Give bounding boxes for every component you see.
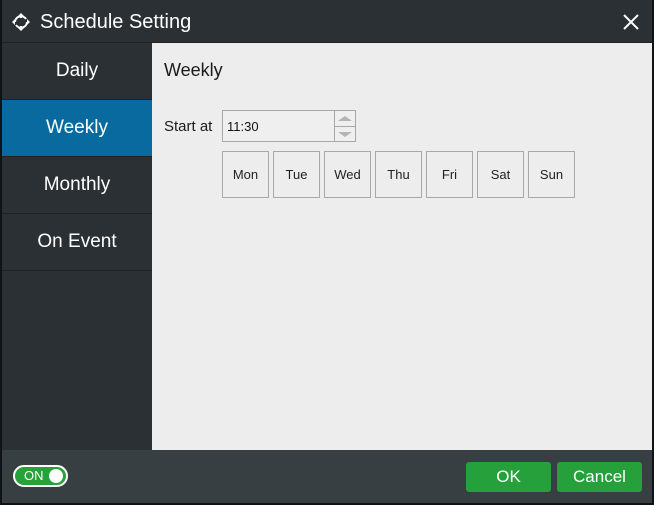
start-time-input[interactable] [223, 111, 334, 141]
schedule-type-sidebar: Daily Weekly Monthly On Event [2, 43, 152, 450]
start-time-spinbox [222, 110, 356, 142]
day-button-fri[interactable]: Fri [426, 151, 473, 198]
arrow-up-icon [338, 116, 352, 121]
toggle-knob [49, 469, 63, 483]
sidebar-item-daily[interactable]: Daily [2, 43, 152, 100]
day-button-sat[interactable]: Sat [477, 151, 524, 198]
title-bar: Schedule Setting [2, 0, 652, 43]
day-button-mon[interactable]: Mon [222, 151, 269, 198]
sidebar-item-label: Daily [55, 60, 99, 81]
sidebar-item-monthly[interactable]: Monthly [2, 157, 152, 214]
sidebar-item-label: Monthly [43, 174, 111, 195]
day-button-tue[interactable]: Tue [273, 151, 320, 198]
schedule-setting-dialog: Schedule Setting Daily Weekly Monthly On… [2, 0, 652, 503]
arrow-down-icon [338, 131, 352, 137]
sidebar-item-label: On Event [37, 231, 117, 252]
dialog-title: Schedule Setting [40, 11, 192, 33]
weekly-settings-panel: Weekly Start at Mon Tue Wed Thu Fri Sat … [152, 43, 652, 450]
close-icon[interactable] [622, 13, 640, 31]
increment-time-button[interactable] [334, 111, 355, 126]
sync-arrows-icon [11, 12, 31, 32]
weekday-selector: Mon Tue Wed Thu Fri Sat Sun [222, 151, 575, 198]
sidebar-item-on-event[interactable]: On Event [2, 214, 152, 271]
cancel-button[interactable]: Cancel [557, 462, 642, 492]
toggle-label: ON [24, 468, 44, 483]
start-at-label: Start at [164, 118, 213, 135]
day-button-sun[interactable]: Sun [528, 151, 575, 198]
section-title: Weekly [164, 60, 223, 80]
sidebar-item-label: Weekly [46, 117, 108, 138]
schedule-on-toggle[interactable]: ON [13, 465, 68, 487]
day-button-thu[interactable]: Thu [375, 151, 422, 198]
dialog-footer: ON OK Cancel [2, 450, 652, 503]
decrement-time-button[interactable] [334, 126, 355, 141]
ok-button[interactable]: OK [466, 462, 551, 492]
day-button-wed[interactable]: Wed [324, 151, 371, 198]
sidebar-item-weekly[interactable]: Weekly [2, 100, 152, 157]
